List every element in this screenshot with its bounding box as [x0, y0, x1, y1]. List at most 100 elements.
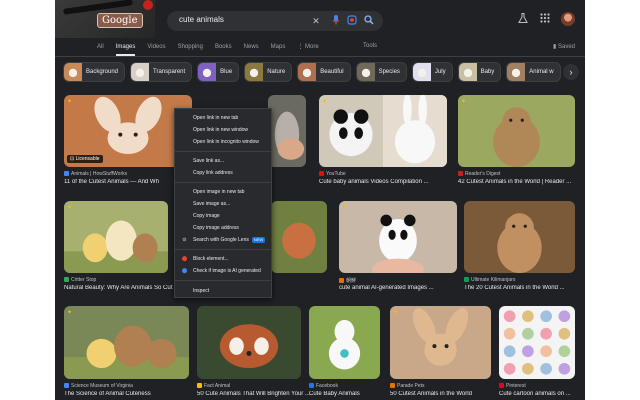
- result-thumbnail[interactable]: [271, 201, 327, 273]
- tab-news[interactable]: News: [244, 42, 259, 56]
- result-thumbnail[interactable]: [499, 306, 575, 379]
- result-source[interactable]: Ultimate Kilimanjaro: [464, 277, 515, 283]
- menu-item-label: Block element...: [193, 256, 229, 262]
- header-actions: [517, 12, 575, 26]
- result-card[interactable]: ✦ Parade Pets 50 Cutest Animals in the Wor…: [390, 306, 491, 400]
- tab-maps[interactable]: Maps: [271, 42, 286, 56]
- menu-item-label: Open link in new tab: [193, 115, 239, 121]
- result-thumbnail[interactable]: ✦: [339, 201, 457, 273]
- chip-thumbnail: [507, 63, 526, 81]
- result-source[interactable]: Animals | HowStuffWorks: [64, 171, 127, 177]
- chevron-right-icon[interactable]: ›: [563, 64, 579, 80]
- chip-baby[interactable]: Baby: [457, 62, 502, 82]
- result-card[interactable]: Pinterest Cute cartoon animals on ...: [499, 306, 575, 400]
- chip-beautiful[interactable]: Beautiful: [297, 62, 351, 82]
- result-title[interactable]: Cute Baby Animals: [309, 391, 390, 397]
- result-card[interactable]: ✦ 朝鮮 cute animal AI-generated Images ...: [339, 201, 457, 297]
- result-card[interactable]: ✦ Reader's Digest 42 Cutest Animals in the…: [458, 95, 575, 191]
- result-thumbnail[interactable]: [309, 306, 380, 379]
- menu-separator: [175, 249, 271, 250]
- menu-item-check-if-image-is-ai-generated[interactable]: Check if image is AI generated: [193, 267, 261, 276]
- result-thumbnail[interactable]: ✦: [390, 306, 491, 379]
- result-title[interactable]: 50 Cutest Animals in the World: [390, 391, 501, 397]
- lens-icon[interactable]: [346, 15, 358, 28]
- result-source-label: Fact Animal: [204, 383, 231, 389]
- tab-all[interactable]: All: [97, 42, 104, 56]
- menu-item-open-image-in-new-tab[interactable]: Open image in new tab: [193, 188, 244, 197]
- result-source[interactable]: Reader's Digest: [458, 171, 500, 177]
- result-title[interactable]: 50 Cute Animals That Will Brighten Your …: [197, 391, 311, 397]
- result-thumbnail[interactable]: ✦: [458, 95, 575, 167]
- tab-more[interactable]: ⋮ More: [297, 42, 318, 56]
- chip-label: Background: [86, 69, 119, 75]
- result-thumbnail[interactable]: [197, 306, 301, 379]
- result-thumbnail[interactable]: [268, 95, 306, 167]
- result-source[interactable]: 朝鮮: [339, 277, 356, 284]
- menu-item-copy-link-address[interactable]: Copy link address: [193, 169, 233, 178]
- result-card[interactable]: Fact Animal 50 Cute Animals That Will Bri…: [197, 306, 310, 400]
- chip-nature[interactable]: Nature: [244, 62, 293, 82]
- result-thumbnail[interactable]: ✦: [64, 201, 168, 273]
- menu-item-block-element[interactable]: Block element...: [193, 255, 229, 264]
- result-card[interactable]: Ultimate Kilimanjaro The 20 Cutest Animal…: [464, 201, 575, 297]
- result-title[interactable]: 42 Cutest Animals in the World | Reader …: [458, 179, 585, 185]
- menu-item-open-link-in-new-tab[interactable]: Open link in new tab: [193, 114, 238, 123]
- saved-button[interactable]: ▮ Saved: [553, 43, 575, 50]
- result-thumbnail[interactable]: ✦: [319, 95, 447, 167]
- tab-books[interactable]: Books: [215, 42, 232, 56]
- menu-item-copy-image-address[interactable]: Copy image address: [193, 224, 239, 233]
- menu-item-copy-image[interactable]: Copy image: [193, 212, 220, 221]
- close-icon[interactable]: ✕: [310, 15, 322, 27]
- google-logo[interactable]: Google: [97, 13, 143, 28]
- result-card[interactable]: Facebook Cute Baby Animals: [309, 306, 380, 400]
- result-title[interactable]: Cute baby animals Videos Compilation ...: [319, 179, 457, 185]
- result-card[interactable]: ✦ Critter Stop Natural Beauty: Why Are Ani…: [64, 201, 172, 297]
- tab-videos[interactable]: Videos: [147, 42, 165, 56]
- search-icon[interactable]: [363, 15, 375, 28]
- menu-item-open-link-in-new-window[interactable]: Open link in new window: [193, 126, 248, 135]
- menu-item-search-with-google-lens[interactable]: Search with Google Lens NEW: [193, 236, 266, 245]
- result-source[interactable]: YouTube: [319, 171, 346, 177]
- result-source[interactable]: Science Museum of Virginia: [64, 383, 133, 389]
- result-source-label: Pinterest: [506, 383, 526, 389]
- chip-species[interactable]: Species: [355, 62, 407, 82]
- menu-item-save-image-as[interactable]: Save image as...: [193, 200, 230, 209]
- apps-grid-icon[interactable]: [539, 12, 551, 26]
- chip-july[interactable]: July: [411, 62, 453, 82]
- menu-item-inspect[interactable]: Inspect: [193, 287, 209, 296]
- account-avatar[interactable]: [561, 12, 575, 26]
- tab-images[interactable]: Images: [115, 42, 136, 56]
- result-source[interactable]: Fact Animal: [197, 383, 230, 389]
- chip-animal-w[interactable]: Animal w: [506, 62, 561, 82]
- result-title[interactable]: cute animal AI-generated Images ...: [339, 285, 467, 291]
- result-title[interactable]: Natural Beauty: Why Are Animals So Cut: [64, 285, 178, 291]
- chip-background[interactable]: Background: [63, 62, 126, 82]
- result-thumbnail[interactable]: ✦: [64, 306, 189, 379]
- result-card[interactable]: [268, 95, 306, 191]
- result-card[interactable]: ✦ YouTube Cute baby animals Videos Compila…: [319, 95, 447, 191]
- result-title[interactable]: The Science of Animal Cuteness: [64, 391, 199, 397]
- tools-button[interactable]: Tools: [363, 43, 377, 49]
- search-box[interactable]: cute animals ✕: [167, 11, 383, 31]
- tab-shopping[interactable]: Shopping: [178, 42, 203, 56]
- result-thumbnail[interactable]: [464, 201, 575, 273]
- chip-thumbnail: [298, 63, 317, 81]
- result-title[interactable]: The 20 Cutest Animals in the World ...: [464, 285, 585, 291]
- result-thumbnail[interactable]: ✦ ⊡ Licensable: [64, 95, 192, 167]
- menu-item-save-link-as[interactable]: Save link as...: [193, 157, 224, 166]
- result-card[interactable]: ✦ ⊡ Licensable Animals | HowStuffWorks 11 o…: [64, 95, 192, 191]
- result-source-label: Ultimate Kilimanjaro: [471, 277, 516, 283]
- result-source[interactable]: Parade Pets: [390, 383, 425, 389]
- menu-item-open-link-in-incognito-window[interactable]: Open link in incognito window: [193, 138, 259, 147]
- chip-transparent[interactable]: Transparent: [130, 62, 193, 82]
- search-query[interactable]: cute animals: [179, 15, 224, 24]
- mic-icon[interactable]: [330, 15, 342, 28]
- result-card[interactable]: [271, 201, 327, 297]
- result-source[interactable]: Critter Stop: [64, 277, 96, 283]
- result-source[interactable]: Pinterest: [499, 383, 526, 389]
- flask-icon[interactable]: [517, 12, 529, 26]
- result-title[interactable]: Cute cartoon animals on ...: [499, 391, 585, 397]
- chip-blue[interactable]: Blue: [197, 62, 240, 82]
- result-card[interactable]: ✦ Science Museum of Virginia The Science o…: [64, 306, 189, 400]
- result-source[interactable]: Facebook: [309, 383, 338, 389]
